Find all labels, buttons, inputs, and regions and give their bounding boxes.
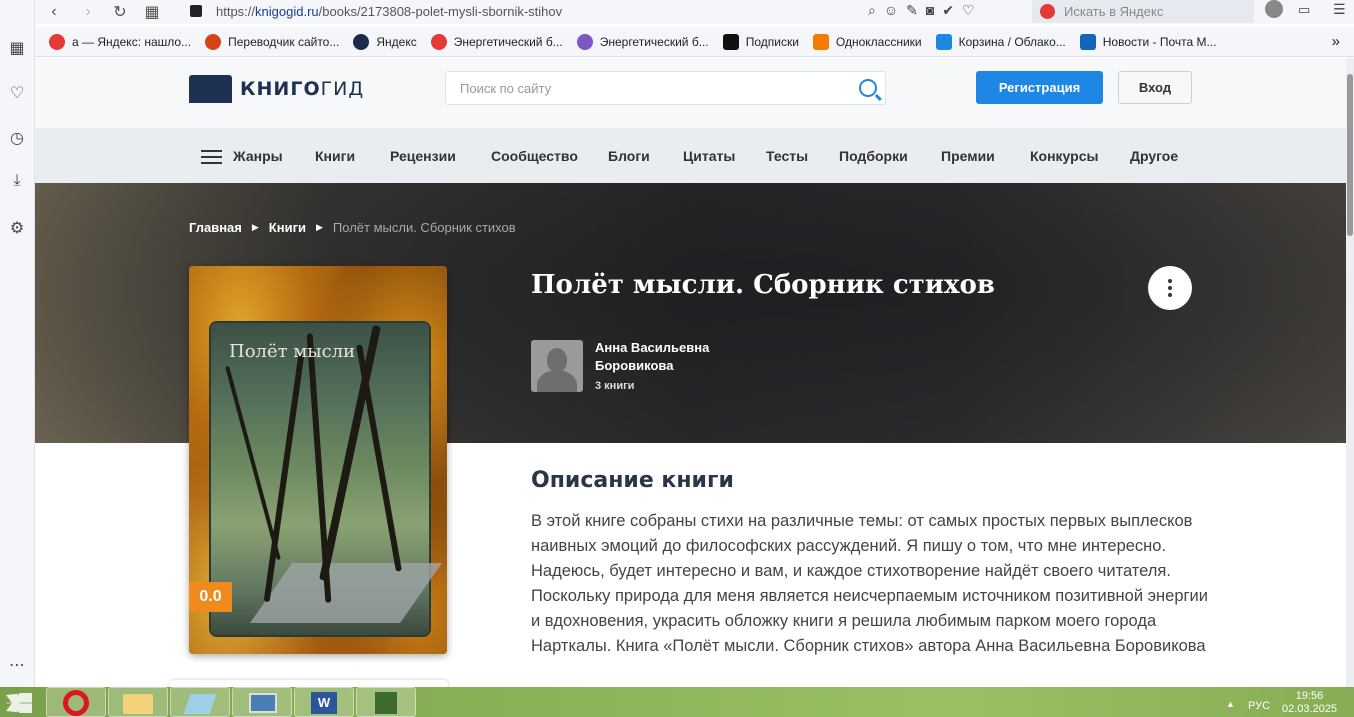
word-taskbar-icon[interactable]: W <box>294 687 354 717</box>
globe-icon <box>576 33 593 50</box>
login-button[interactable]: Вход <box>1118 71 1192 104</box>
tabs-grid-icon[interactable]: ▦ <box>141 2 163 22</box>
nav-collections[interactable]: Подборки <box>839 148 908 164</box>
author-avatar[interactable] <box>531 340 583 392</box>
reload-icon[interactable]: ↻ <box>109 2 131 22</box>
breadcrumb-current: Полёт мысли. Сборник стихов <box>332 220 516 235</box>
paint-taskbar-icon[interactable] <box>232 687 292 717</box>
description-text: В этой книге собраны стихи на различные … <box>531 512 1208 655</box>
nav-tests[interactable]: Тесты <box>766 148 808 164</box>
more-icon[interactable]: ⋯ <box>6 655 28 677</box>
heart-icon[interactable]: ♡ <box>6 83 28 105</box>
menu-icon[interactable]: ☰ <box>1333 1 1346 18</box>
nav-quotes[interactable]: Цитаты <box>683 148 735 164</box>
language-indicator[interactable]: РУС <box>1248 700 1270 712</box>
bookmark-item[interactable]: Подписки <box>722 33 799 50</box>
nav-genres[interactable]: Жанры <box>233 148 283 164</box>
site-header: КНИГОГИД Поиск по сайту Регистрация Вход <box>35 58 1346 128</box>
search-icon[interactable] <box>859 79 877 97</box>
odnoklassniki-icon <box>812 33 829 50</box>
scrollbar-thumb[interactable] <box>1347 74 1353 236</box>
nav-awards[interactable]: Премии <box>941 148 995 164</box>
register-button[interactable]: Регистрация <box>976 71 1103 104</box>
book-logo-icon <box>189 75 232 103</box>
battery-icon[interactable]: ▭ <box>1298 2 1310 18</box>
bookmark-item[interactable]: Энергетический б... <box>576 33 709 50</box>
hamburger-icon[interactable] <box>201 150 222 164</box>
more-options-button[interactable] <box>1148 266 1192 310</box>
bookmark-item[interactable]: Одноклассники <box>812 33 922 50</box>
settings-icon[interactable]: ⚙ <box>6 218 28 240</box>
bookmark-item[interactable]: Новости - Почта М... <box>1079 33 1217 50</box>
calculator-taskbar-icon[interactable] <box>356 687 416 717</box>
back-icon[interactable]: ‹ <box>43 3 65 21</box>
nav-books[interactable]: Книги <box>315 148 355 164</box>
page-scrollbar[interactable] <box>1346 58 1354 687</box>
address-bar[interactable]: https://knigogid.ru/books/2173808-polet-… <box>190 0 850 22</box>
nav-blogs[interactable]: Блоги <box>608 148 650 164</box>
breadcrumb-books[interactable]: Книги <box>269 220 306 235</box>
rating-badge: 0.0 <box>189 582 232 612</box>
forward-icon[interactable]: › <box>77 3 99 21</box>
url-scheme: https:// <box>216 3 256 19</box>
bookmarks-overflow-icon[interactable]: » <box>1332 33 1340 50</box>
url-host: knigogid.ru <box>255 3 319 19</box>
translator-icon <box>205 33 222 50</box>
plus-icon <box>722 33 739 50</box>
system-clock[interactable]: 19:56 02.03.2025 <box>1282 690 1337 716</box>
logo-rest: ГИД <box>320 78 365 100</box>
bookmarks-bar: а — Яндекс: нашло... Переводчик сайто...… <box>35 27 1354 57</box>
toolbar-icons[interactable]: ⌕☺✎◙✔♡ <box>868 2 983 19</box>
nav-reviews[interactable]: Рецензии <box>390 148 456 164</box>
breadcrumb: Главная ▶ Книги ▶ Полёт мысли. Сборник с… <box>189 220 516 235</box>
download-icon[interactable]: ⤓ <box>6 172 28 194</box>
tray-expand-icon[interactable]: ▲ <box>1226 699 1235 709</box>
app-taskbar-icon[interactable] <box>170 687 230 717</box>
nav-contests[interactable]: Конкурсы <box>1030 148 1098 164</box>
nav-other[interactable]: Другое <box>1130 148 1178 164</box>
bookmark-item[interactable]: Яндекс <box>353 33 417 50</box>
cloud-icon <box>935 33 952 50</box>
yandex-icon <box>1040 4 1055 19</box>
site-search-placeholder: Поиск по сайту <box>460 80 552 96</box>
bookmark-item[interactable]: Переводчик сайто... <box>205 33 339 50</box>
history-icon[interactable]: ◷ <box>6 128 28 150</box>
start-icon[interactable] <box>6 693 32 713</box>
book-title: Полёт мысли. Сборник стихов <box>531 270 995 300</box>
url-path: /books/2173808-polet-mysli-sbornik-stiho… <box>318 3 563 19</box>
bookmark-item[interactable]: Корзина / Облако... <box>935 33 1066 50</box>
yandex-icon <box>353 33 370 50</box>
main-nav: Жанры Книги Рецензии Сообщество Блоги Ци… <box>35 128 1346 183</box>
breadcrumb-arrow-icon: ▶ <box>251 222 259 232</box>
lock-icon <box>190 5 202 17</box>
browser-sidebar: ▦ ♡ ◷ ⤓ ⚙ ⋯ <box>0 0 35 687</box>
breadcrumb-home[interactable]: Главная <box>189 220 242 235</box>
site-search-input[interactable]: Поиск по сайту <box>445 71 886 105</box>
cover-title-text: Полёт мысли <box>229 341 356 362</box>
description-heading: Описание книги <box>531 468 734 493</box>
bookmark-item[interactable]: Энергетический б... <box>430 33 563 50</box>
bookmark-item[interactable]: а — Яндекс: нашло... <box>49 33 191 50</box>
profile-icon[interactable] <box>1265 0 1283 18</box>
author-books-count[interactable]: 3 книги <box>595 380 634 392</box>
breadcrumb-arrow-icon: ▶ <box>315 222 323 232</box>
site-logo[interactable]: КНИГОГИД <box>189 75 364 103</box>
author-name[interactable]: Анна Васильевна Боровикова <box>595 339 709 375</box>
logo-bold: КНИГО <box>240 78 321 100</box>
yandex-search-placeholder: Искать в Яндекс <box>1064 4 1164 19</box>
windows-taskbar: W ▲ <box>0 687 1354 717</box>
yandex-search-input[interactable]: Искать в Яндекс <box>1032 0 1254 23</box>
opera-taskbar-icon[interactable] <box>46 687 106 717</box>
explorer-taskbar-icon[interactable] <box>108 687 168 717</box>
speed-dial-icon[interactable]: ▦ <box>6 38 28 60</box>
yandex-icon <box>49 33 65 50</box>
mail-icon <box>1079 33 1096 50</box>
nav-community[interactable]: Сообщество <box>491 148 578 164</box>
map-pin-icon <box>430 33 447 50</box>
